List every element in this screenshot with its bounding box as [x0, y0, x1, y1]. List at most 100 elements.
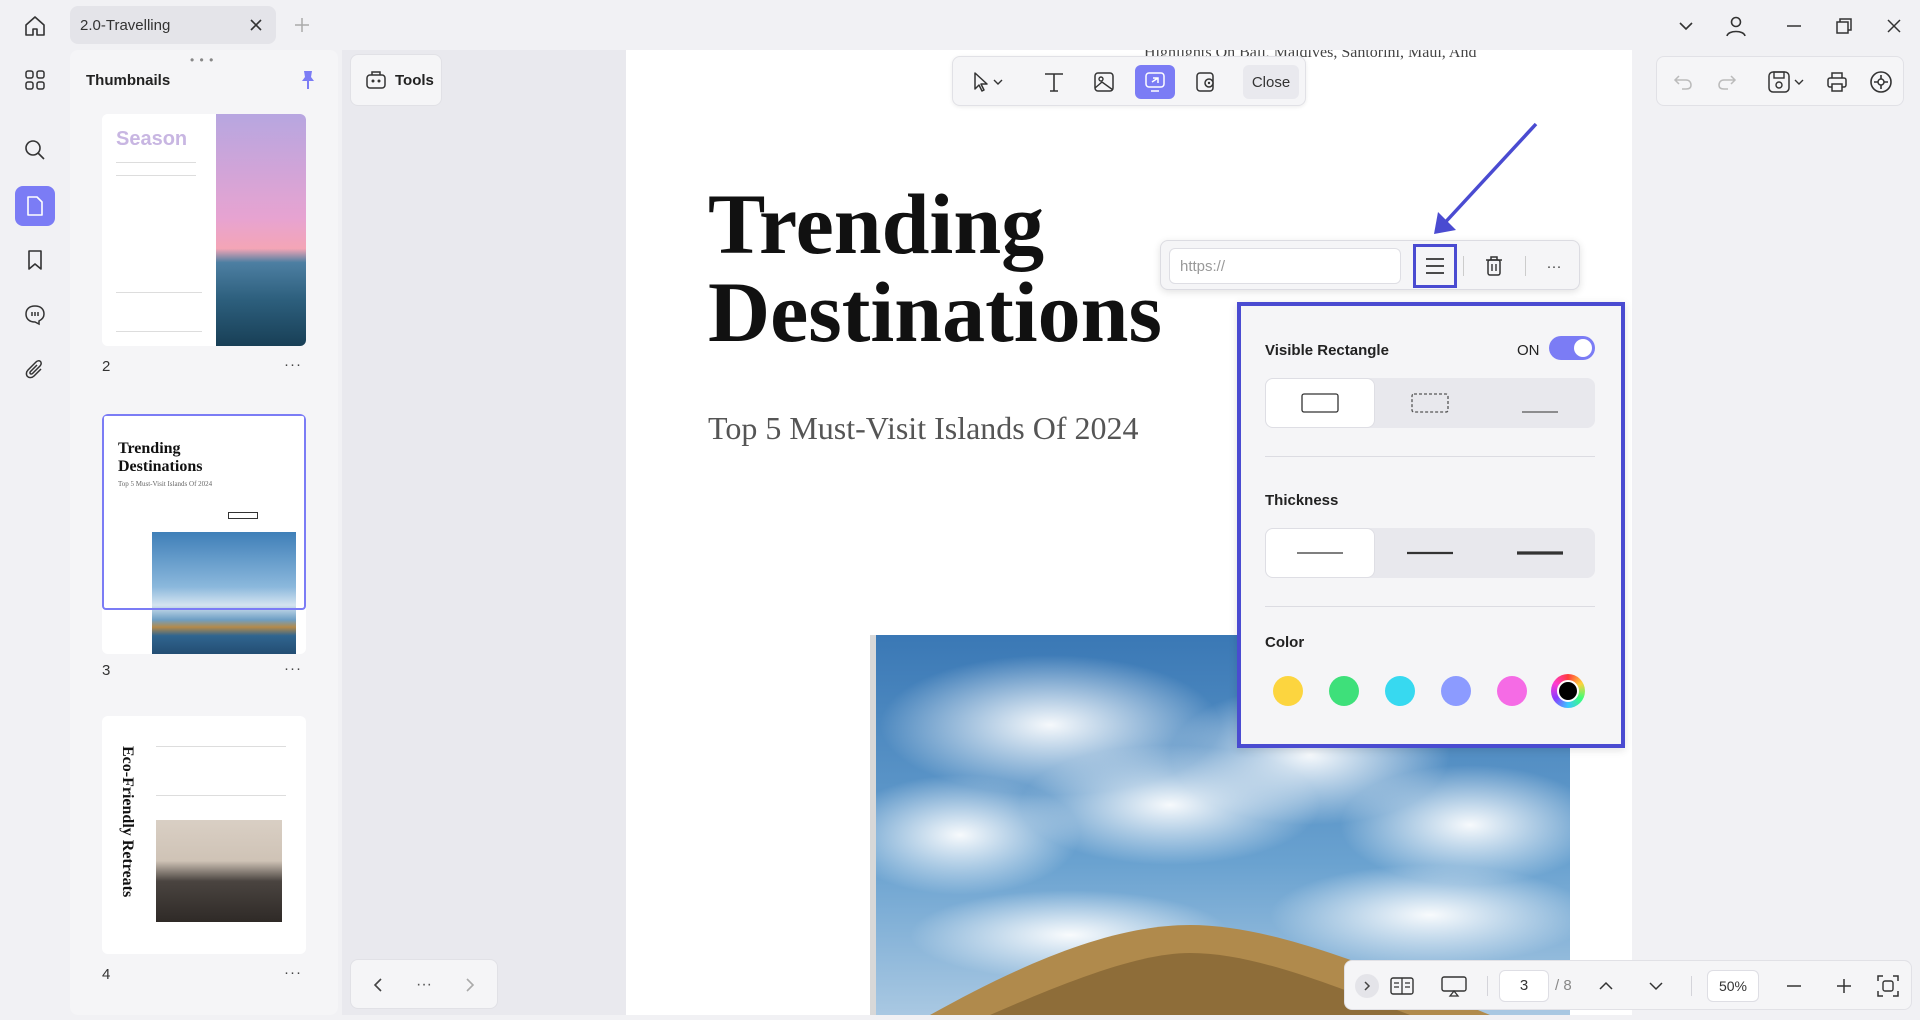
color-swatch-cyan[interactable]	[1385, 676, 1415, 706]
edit-toolbar: Close	[952, 56, 1306, 106]
minimize-icon[interactable]	[1780, 12, 1808, 40]
rect-style-dashed[interactable]	[1375, 378, 1485, 428]
zoom-in-icon[interactable]	[1831, 973, 1857, 999]
previous-page-icon[interactable]	[1593, 973, 1619, 999]
doc-subtitle: Top 5 Must-Visit Islands Of 2024	[708, 410, 1139, 446]
thickness-thick[interactable]	[1485, 528, 1595, 578]
chevron-left-icon[interactable]	[365, 972, 391, 998]
redo-icon[interactable]	[1713, 68, 1741, 96]
right-toolbar	[1656, 56, 1904, 106]
toggle-knob	[1574, 339, 1592, 357]
thumbnail-more-button[interactable]: ···	[284, 356, 302, 373]
image-icon[interactable]	[1087, 65, 1121, 99]
thumbnail-heading: Season	[116, 128, 188, 150]
menu-lines-icon	[1426, 258, 1444, 274]
bookmark-icon[interactable]	[15, 240, 55, 280]
sunset-ocean-image	[216, 114, 306, 346]
new-tab-icon[interactable]	[290, 13, 314, 37]
page-number-input[interactable]: 3	[1499, 970, 1549, 1002]
home-icon[interactable]	[18, 11, 52, 41]
thickness-selector	[1265, 528, 1595, 578]
rock-sea-image	[156, 820, 282, 922]
link-style-button[interactable]	[1413, 244, 1457, 288]
delete-icon[interactable]	[1481, 253, 1507, 279]
color-swatch-green[interactable]	[1329, 676, 1359, 706]
ai-assistant-icon[interactable]	[1867, 68, 1895, 96]
attachment-icon[interactable]	[15, 350, 55, 390]
panel-drag-handle[interactable]: • • •	[190, 53, 214, 67]
chevron-down-icon[interactable]	[1672, 12, 1700, 40]
close-tab-icon[interactable]	[244, 13, 268, 37]
page-navigation: ···	[350, 959, 498, 1009]
location-icon[interactable]	[1189, 65, 1223, 99]
thumbnails-title: Thumbnails	[86, 72, 171, 89]
expand-chevron-icon[interactable]	[1355, 974, 1379, 998]
divider	[1691, 976, 1692, 996]
thumbnail-page-number: 3	[102, 662, 111, 679]
link-icon[interactable]	[1135, 65, 1175, 99]
color-swatch-pink[interactable]	[1497, 676, 1527, 706]
thumbnail-page-4[interactable]: Eco-Friendly Retreats	[102, 716, 306, 954]
comment-icon[interactable]	[15, 295, 55, 335]
divider	[1265, 606, 1595, 607]
page-nav-more[interactable]: ···	[411, 972, 437, 998]
thickness-medium[interactable]	[1375, 528, 1485, 578]
divider	[1487, 976, 1488, 996]
thumbnail-page-number: 4	[102, 966, 111, 983]
undo-icon[interactable]	[1669, 68, 1697, 96]
color-swatch-yellow[interactable]	[1273, 676, 1303, 706]
more-options-button[interactable]: ···	[1541, 253, 1567, 279]
doc-title-line: Destinations	[708, 264, 1162, 360]
tools-button[interactable]: Tools	[350, 54, 442, 106]
search-icon[interactable]	[15, 130, 55, 170]
thumbnail-page-3[interactable]: Trending Destinations Top 5 Must-Visit I…	[102, 414, 306, 654]
thickness-label: Thickness	[1265, 492, 1339, 509]
thickness-thin[interactable]	[1265, 528, 1375, 578]
pages-icon[interactable]	[15, 186, 55, 226]
page-layout-icon[interactable]	[1389, 973, 1415, 999]
divider	[1525, 256, 1526, 276]
document-tab[interactable]: 2.0-Travelling	[70, 6, 276, 44]
save-icon[interactable]	[1765, 68, 1809, 96]
select-arrow-icon[interactable]	[963, 65, 1013, 99]
account-icon[interactable]	[1722, 12, 1750, 40]
tools-panel: Tools ···	[342, 50, 626, 1015]
chevron-right-icon[interactable]	[457, 972, 483, 998]
thumbnail-more-button[interactable]: ···	[284, 964, 302, 981]
zoom-level[interactable]: 50%	[1707, 970, 1759, 1002]
fit-page-icon[interactable]	[1875, 973, 1901, 999]
pin-icon[interactable]	[296, 68, 320, 92]
thumbnail-page-number: 2	[102, 358, 111, 375]
divider	[1463, 256, 1464, 276]
text-icon[interactable]	[1037, 65, 1071, 99]
thumbnail-text-lines	[116, 162, 196, 176]
thumbnail-page-2[interactable]: Season	[102, 114, 306, 346]
visible-rectangle-toggle[interactable]	[1549, 336, 1595, 360]
doc-title: Trending Destinations	[708, 180, 1162, 356]
url-input[interactable]	[1169, 248, 1401, 284]
color-label: Color	[1265, 634, 1305, 651]
thumbnail-more-button[interactable]: ···	[284, 660, 302, 677]
close-window-icon[interactable]	[1880, 12, 1908, 40]
toolbox-icon	[365, 69, 387, 91]
slideshow-icon[interactable]	[1441, 973, 1467, 999]
rect-style-underline[interactable]	[1485, 378, 1595, 428]
zoom-out-icon[interactable]	[1781, 973, 1807, 999]
thumbnails-panel: • • • Thumbnails Season 2 ··· Trending D…	[70, 50, 338, 1015]
restore-icon[interactable]	[1830, 12, 1858, 40]
tools-label: Tools	[395, 71, 434, 89]
color-swatch-periwinkle[interactable]	[1441, 676, 1471, 706]
status-bar: 3 / 8 50%	[1344, 960, 1912, 1010]
left-icon-rail	[0, 50, 68, 1020]
toggle-state-text: ON	[1517, 342, 1540, 359]
apps-grid-icon[interactable]	[15, 60, 55, 100]
tab-title: 2.0-Travelling	[80, 17, 171, 34]
print-icon[interactable]	[1823, 68, 1851, 96]
next-page-icon[interactable]	[1643, 973, 1669, 999]
divider	[1265, 456, 1595, 457]
color-swatch-black-selected[interactable]	[1551, 674, 1585, 708]
close-edit-button[interactable]: Close	[1243, 65, 1299, 99]
doc-title-line: Trending	[708, 176, 1045, 272]
thumbnail-heading: Eco-Friendly Retreats	[119, 746, 136, 898]
rect-style-solid[interactable]	[1265, 378, 1375, 428]
